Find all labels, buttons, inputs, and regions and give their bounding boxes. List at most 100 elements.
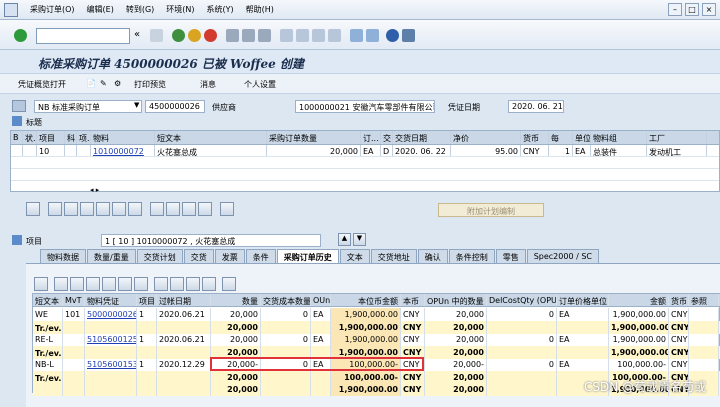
- insert-row-icon[interactable]: [48, 202, 62, 216]
- last-page-icon[interactable]: [328, 29, 341, 42]
- command-history-icon[interactable]: «: [134, 29, 140, 40]
- check-icon[interactable]: ⚙: [114, 79, 121, 88]
- history-cell[interactable]: 5105600153: [85, 358, 137, 371]
- copy-row-icon[interactable]: [80, 202, 94, 216]
- col-local-amount[interactable]: 本位币金额: [331, 294, 401, 306]
- tab-delivery-schedule[interactable]: 交货计划: [136, 249, 183, 263]
- col-short-text[interactable]: 短文本: [155, 131, 267, 144]
- sort-ascending-icon[interactable]: [150, 202, 164, 216]
- sort-descending-icon[interactable]: [70, 277, 84, 291]
- tab-confirmations[interactable]: 确认: [417, 249, 448, 263]
- col-status[interactable]: 状.: [23, 131, 37, 144]
- table-row[interactable]: [11, 169, 719, 181]
- maximize-icon[interactable]: □: [685, 3, 699, 16]
- col-currency[interactable]: 货币: [669, 294, 689, 306]
- col-material-group[interactable]: 物料组: [591, 131, 647, 144]
- layout-menu-icon[interactable]: [402, 29, 415, 42]
- col-oun[interactable]: 订...: [361, 131, 381, 144]
- col-per[interactable]: 每: [549, 131, 573, 144]
- tab-quantity-weight[interactable]: 数量/重量: [87, 249, 136, 263]
- menu-edit[interactable]: 编辑(E): [81, 4, 120, 15]
- col-posting-date[interactable]: 过帐日期: [157, 294, 211, 306]
- collapse-item-icon[interactable]: [12, 235, 22, 245]
- first-page-icon[interactable]: [280, 29, 293, 42]
- tab-invoice[interactable]: 发票: [214, 249, 245, 263]
- col-po-quantity[interactable]: 采购订单数量: [267, 131, 361, 144]
- layout-icon[interactable]: [220, 202, 234, 216]
- details-icon[interactable]: [34, 277, 48, 291]
- tab-conditions[interactable]: 条件: [245, 249, 276, 263]
- tab-texts[interactable]: 文本: [339, 249, 370, 263]
- tab-retail[interactable]: 零售: [495, 249, 526, 263]
- tab-po-history[interactable]: 采购订单历史: [276, 249, 339, 263]
- help-icon[interactable]: [386, 29, 399, 42]
- export-icon[interactable]: [170, 277, 184, 291]
- layout-icon[interactable]: [186, 277, 200, 291]
- print-preview-button[interactable]: 打印预览: [134, 79, 166, 90]
- doc-type-select[interactable]: NB 标准采购订单: [34, 100, 142, 113]
- messages-button[interactable]: 消息: [200, 79, 216, 90]
- find-icon[interactable]: [242, 29, 255, 42]
- col-item[interactable]: 项目: [37, 131, 65, 144]
- sort-ascending-icon[interactable]: [54, 277, 68, 291]
- additional-planning-button[interactable]: 附加计划编制: [438, 203, 544, 217]
- personal-settings-button[interactable]: 个人设置: [244, 79, 276, 90]
- close-icon[interactable]: ×: [702, 3, 716, 16]
- menu-system[interactable]: 系统(Y): [201, 4, 240, 15]
- shortcut-icon[interactable]: [366, 29, 379, 42]
- next-page-icon[interactable]: [312, 29, 325, 42]
- col-qty-in-opun[interactable]: OPUn 中的数量: [425, 294, 487, 306]
- col-b[interactable]: B: [11, 131, 23, 144]
- menu-environment[interactable]: 环境(N): [160, 4, 200, 15]
- next-item-icon[interactable]: ▼: [353, 233, 366, 246]
- table-row[interactable]: WE 101 5000000026 1 2020.06.21 20,000 0 EA 1,900…: [33, 308, 720, 321]
- col-item-cat[interactable]: 项.: [77, 131, 91, 144]
- po-number-field[interactable]: 4500000026: [145, 100, 205, 113]
- deselect-all-icon[interactable]: [128, 202, 142, 216]
- col-local-currency[interactable]: 本币: [401, 294, 425, 306]
- previous-page-icon[interactable]: [296, 29, 309, 42]
- menu-help[interactable]: 帮助(H): [240, 4, 280, 15]
- col-reference[interactable]: 参照: [689, 294, 719, 306]
- tab-condition-control[interactable]: 条件控制: [448, 249, 495, 263]
- select-all-icon[interactable]: [112, 202, 126, 216]
- back-icon[interactable]: [172, 29, 185, 42]
- tab-delivery[interactable]: 交货: [183, 249, 214, 263]
- col-delivery-date[interactable]: 交货日期: [393, 131, 451, 144]
- enter-icon[interactable]: [14, 29, 27, 42]
- new-session-icon[interactable]: [350, 29, 363, 42]
- graphic-icon[interactable]: [202, 277, 216, 291]
- delete-row-icon[interactable]: [64, 202, 78, 216]
- exit-icon[interactable]: [188, 29, 201, 42]
- display-change-icon[interactable]: ✎: [100, 79, 107, 88]
- tab-material-data[interactable]: 物料数据: [40, 249, 86, 263]
- print-icon[interactable]: [154, 277, 168, 291]
- filter-icon[interactable]: [102, 277, 116, 291]
- history-cell[interactable]: 5000000026: [85, 308, 137, 321]
- history-cell[interactable]: 5105600125: [85, 333, 137, 346]
- col-amount[interactable]: 金额: [609, 294, 669, 306]
- menu-purchase-order[interactable]: 采购订单(O): [24, 4, 81, 15]
- col-unit[interactable]: 单位: [573, 131, 591, 144]
- item-select[interactable]: 1 [ 10 ] 1010000072 , 火花塞总成: [101, 234, 321, 247]
- save-icon[interactable]: [150, 29, 163, 42]
- paste-row-icon[interactable]: [96, 202, 110, 216]
- info-icon[interactable]: [222, 277, 236, 291]
- tab-spec2000[interactable]: Spec2000 / SC: [526, 249, 599, 263]
- command-field[interactable]: [36, 28, 130, 44]
- subtotal-row[interactable]: Tr./ev. 收货20,0001,900,000.00CNY20,0001,9…: [33, 320, 720, 334]
- expand-header-icon[interactable]: [12, 116, 22, 126]
- chevron-down-icon[interactable]: ▼: [134, 101, 139, 109]
- find-next-icon[interactable]: [258, 29, 271, 42]
- col-plant[interactable]: 工厂: [647, 131, 707, 144]
- subtotal-icon[interactable]: [134, 277, 148, 291]
- minimize-icon[interactable]: –: [668, 3, 682, 16]
- previous-item-icon[interactable]: ▲: [338, 233, 351, 246]
- menu-goto[interactable]: 转到(G): [120, 4, 160, 15]
- details-icon[interactable]: [26, 202, 40, 216]
- scroll-arrows-icon[interactable]: ◂ ▸: [90, 186, 99, 194]
- col-item[interactable]: 项目: [137, 294, 157, 306]
- find-icon[interactable]: [86, 277, 100, 291]
- table-row[interactable]: [11, 157, 719, 169]
- col-delcostqty-opun[interactable]: DelCostQty (OPUn): [487, 294, 557, 306]
